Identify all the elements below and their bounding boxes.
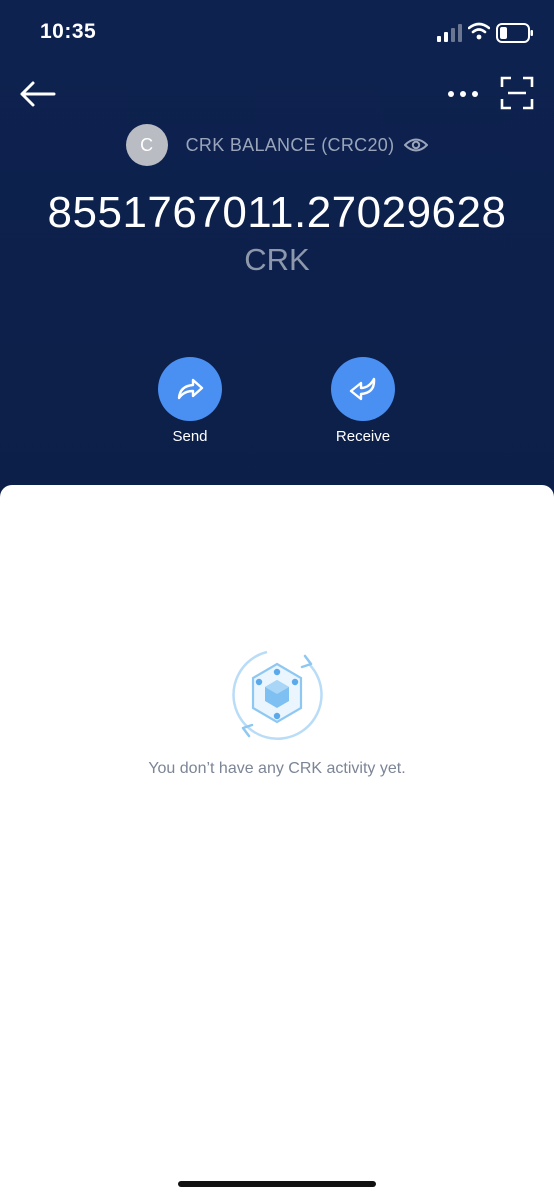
- balance-unit: CRK: [244, 242, 310, 277]
- send-button[interactable]: [158, 357, 222, 421]
- more-options-icon[interactable]: [446, 84, 480, 104]
- back-arrow-icon[interactable]: [18, 78, 58, 110]
- home-indicator[interactable]: [178, 1181, 376, 1187]
- balance-label: CRK BALANCE (CRC20): [185, 134, 395, 155]
- empty-activity-message: You don’t have any CRK activity yet.: [148, 760, 406, 777]
- status-bar: 10:35: [0, 0, 554, 64]
- token-title-row: C CRK BALANCE (CRC20): [0, 124, 554, 166]
- return-arrow-icon: [349, 377, 376, 401]
- receive-label: Receive: [335, 428, 391, 445]
- eye-icon[interactable]: [404, 137, 429, 153]
- battery-icon: [496, 23, 533, 43]
- activity-sheet: [0, 485, 554, 1200]
- wifi-icon: [468, 22, 490, 40]
- receive-action[interactable]: Receive: [318, 357, 408, 445]
- balance-amount: 8551767011.27029628: [47, 188, 507, 237]
- scan-icon[interactable]: [500, 76, 534, 110]
- signal-icon: [437, 24, 462, 42]
- receive-button[interactable]: [331, 357, 395, 421]
- send-label: Send: [172, 428, 208, 445]
- send-action[interactable]: Send: [145, 357, 235, 445]
- status-time: 10:35: [40, 20, 97, 43]
- wallet-header: 10:35 C CRK BALANCE (CRC20) 8551767011.2…: [0, 0, 554, 520]
- token-avatar: C: [125, 124, 168, 166]
- cube-refresh-icon: [232, 650, 323, 740]
- share-arrow-icon: [177, 378, 204, 400]
